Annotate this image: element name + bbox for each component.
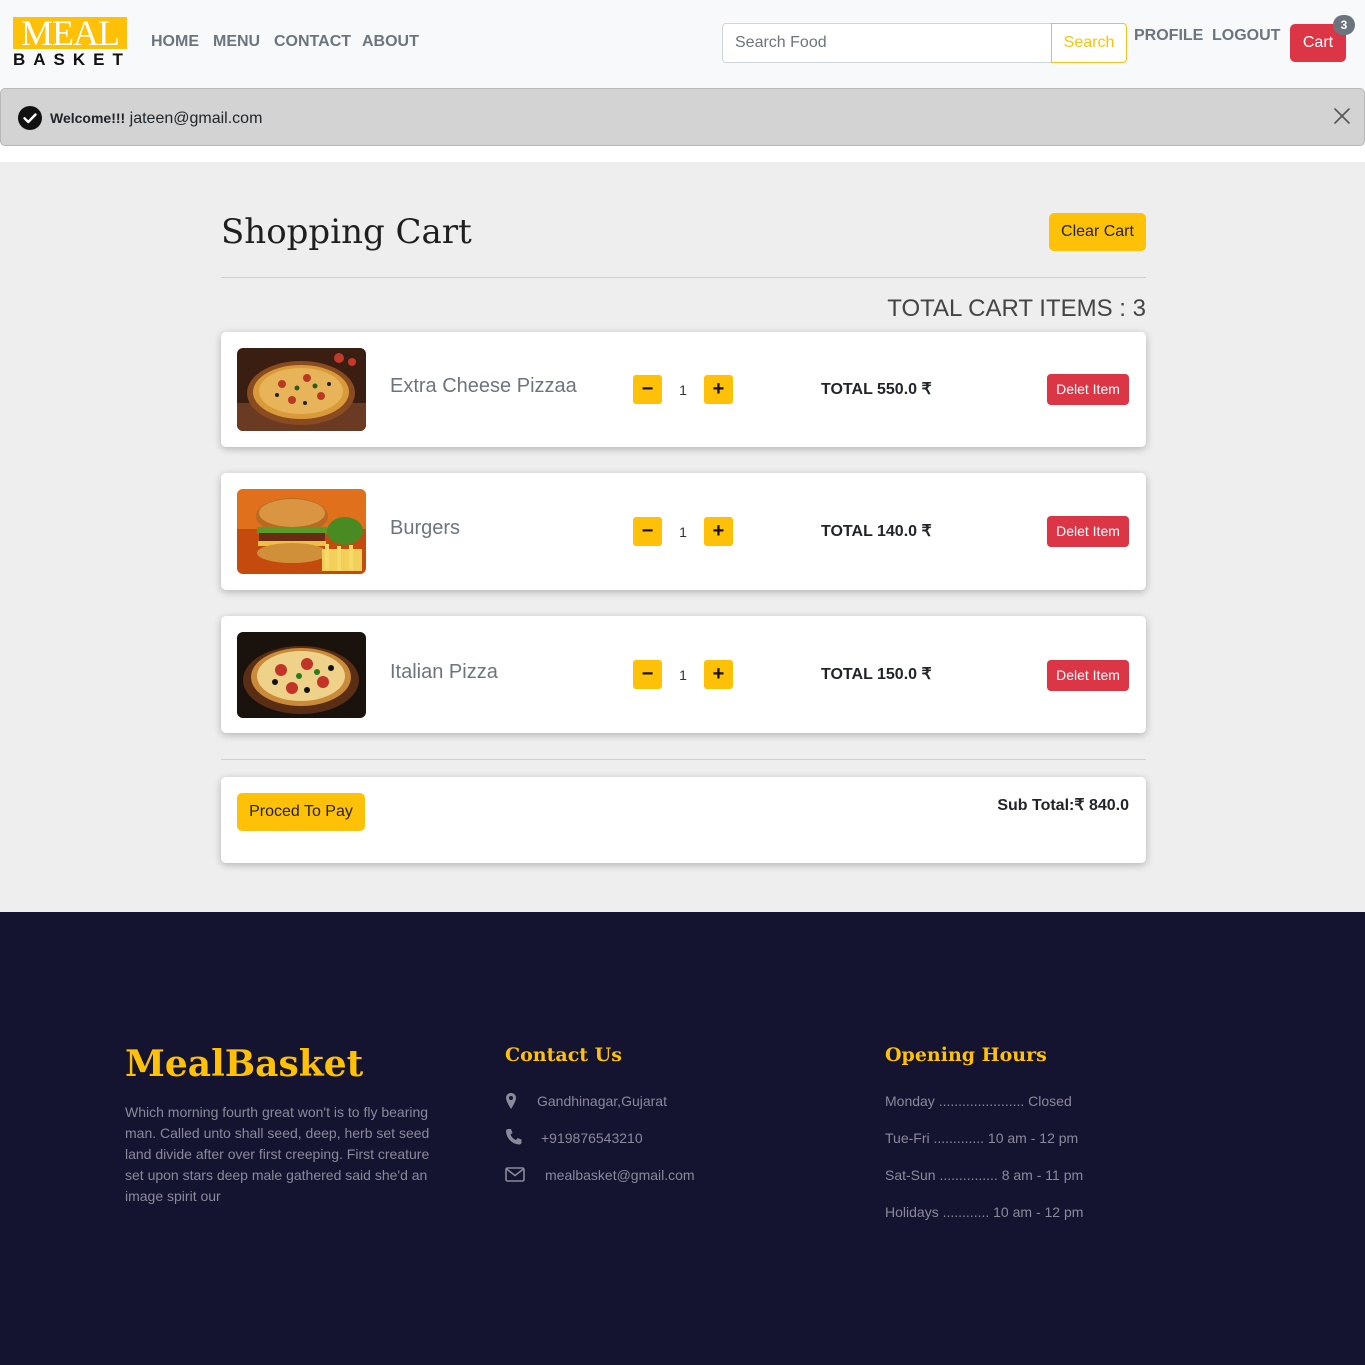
cart-summary: Proced To Pay Sub Total:₹ 840.0 [221, 777, 1146, 863]
item-name: Extra Cheese Pizzaa [390, 375, 577, 397]
contact-phone: +919876543210 [541, 1130, 643, 1146]
pizza-image [237, 632, 366, 718]
search-input[interactable] [723, 24, 1051, 62]
alert-welcome: Welcome!!! [50, 110, 126, 126]
item-total: TOTAL 140.0 ₹ [821, 523, 932, 540]
envelope-icon[interactable] [505, 1166, 525, 1184]
decrease-qty-button[interactable]: − [633, 375, 662, 404]
nav-logout-link[interactable]: LOGOUT [1212, 27, 1280, 45]
decrease-qty-button[interactable]: − [633, 517, 662, 546]
footer-brand: MealBasket [125, 1043, 364, 1085]
item-quantity: 1 [679, 382, 687, 398]
nav-contact-link[interactable]: CONTACT [274, 33, 351, 51]
item-name: Burgers [390, 517, 461, 539]
nav-profile-link[interactable]: PROFILE [1134, 27, 1203, 45]
pizza-image [237, 348, 366, 431]
increase-qty-button[interactable]: + [704, 375, 733, 404]
nav-home-link[interactable]: HOME [151, 33, 199, 51]
burger-image [237, 489, 366, 574]
logo-top: MEAL [13, 15, 127, 51]
contact-email[interactable]: mealbasket@gmail.com [545, 1167, 695, 1183]
check-circle-icon [18, 106, 42, 130]
footer: MealBasket Which morning fourth great wo… [0, 912, 1365, 1365]
decrease-qty-button[interactable]: − [633, 660, 662, 689]
nav-about-link[interactable]: ABOUT [362, 33, 419, 51]
page-title: Shopping Cart [221, 212, 472, 252]
map-marker-icon [506, 1093, 516, 1109]
logo[interactable]: MEAL BASKET [13, 15, 131, 69]
item-total: TOTAL 150.0 ₹ [821, 666, 932, 683]
hours-row: Sat-Sun ............... 8 am - 11 pm [885, 1167, 1084, 1183]
delete-item-button[interactable]: Delet Item [1047, 660, 1129, 691]
alert-message: Welcome!!! jateen@gmail.com [50, 109, 262, 128]
nav-menu-link[interactable]: MENU [213, 33, 260, 51]
cart-item: Italian Pizza − 1 + TOTAL 150.0 ₹ Delet … [221, 616, 1146, 733]
alert-email: jateen@gmail.com [129, 110, 263, 127]
clear-cart-button[interactable]: Clear Cart [1049, 213, 1146, 251]
item-quantity: 1 [679, 524, 687, 540]
cart-item: Extra Cheese Pizzaa − 1 + TOTAL 550.0 ₹ … [221, 332, 1146, 447]
hours-row: Monday ...................... Closed [885, 1093, 1072, 1109]
increase-qty-button[interactable]: + [704, 660, 733, 689]
delete-item-button[interactable]: Delet Item [1047, 374, 1129, 405]
cart-section: Shopping Cart Clear Cart TOTAL CART ITEM… [0, 162, 1365, 912]
welcome-alert: Welcome!!! jateen@gmail.com [0, 88, 1365, 146]
hours-row: Tue-Fri ............. 10 am - 12 pm [885, 1130, 1079, 1146]
cart-count-badge: 3 [1333, 15, 1355, 35]
navbar: MEAL BASKET HOME MENU CONTACT ABOUT Sear… [0, 0, 1365, 88]
search-button[interactable]: Search [1051, 23, 1127, 63]
increase-qty-button[interactable]: + [704, 517, 733, 546]
search-form: Search [722, 23, 1127, 63]
hours-row: Holidays ............ 10 am - 12 pm [885, 1204, 1084, 1220]
proceed-to-pay-button[interactable]: Proced To Pay [237, 793, 365, 831]
delete-item-button[interactable]: Delet Item [1047, 516, 1129, 547]
hours-title: Opening Hours [885, 1044, 1047, 1066]
subtotal: Sub Total:₹ 840.0 [997, 797, 1129, 814]
divider [221, 277, 1146, 278]
item-total: TOTAL 550.0 ₹ [821, 381, 932, 398]
total-cart-items: TOTAL CART ITEMS : 3 [887, 295, 1146, 322]
item-quantity: 1 [679, 667, 687, 683]
close-icon[interactable] [1333, 107, 1351, 125]
logo-bottom: BASKET [13, 50, 131, 69]
phone-icon [506, 1129, 522, 1145]
divider [221, 759, 1146, 760]
item-name: Italian Pizza [390, 661, 498, 683]
contact-address: Gandhinagar,Gujarat [537, 1093, 667, 1109]
footer-description: Which morning fourth great won't is to f… [125, 1104, 430, 1204]
contact-title: Contact Us [505, 1044, 622, 1066]
cart-item: Burgers − 1 + TOTAL 140.0 ₹ Delet Item [221, 473, 1146, 590]
